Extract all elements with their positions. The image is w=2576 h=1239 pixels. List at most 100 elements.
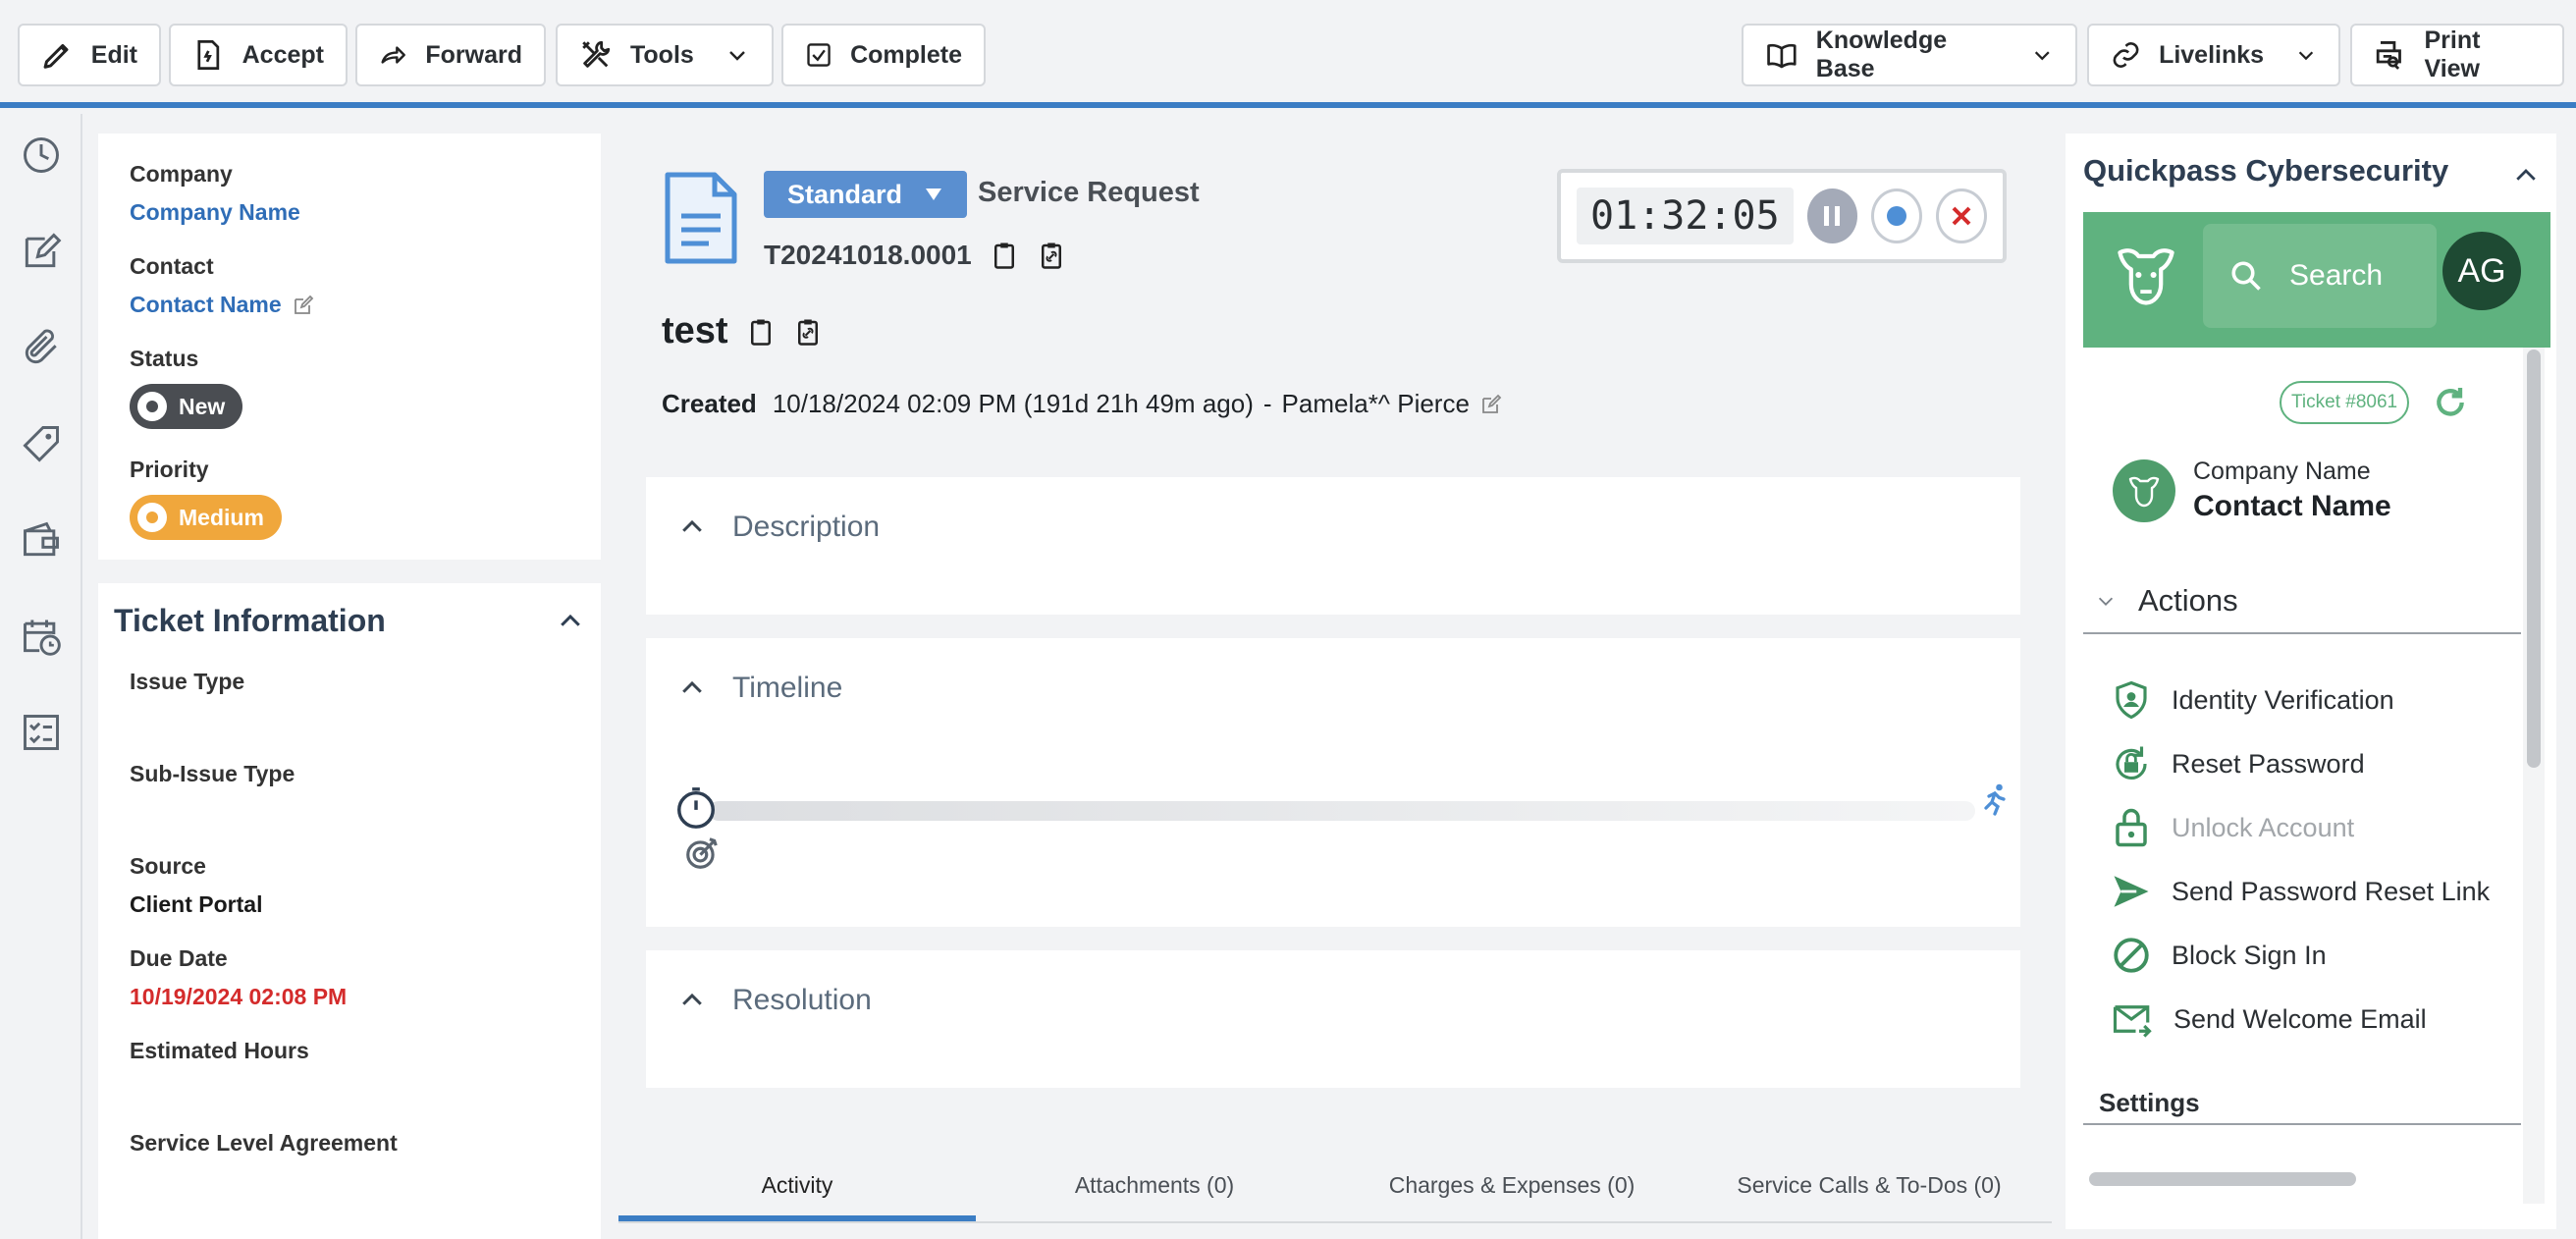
stopwatch-icon	[677, 787, 715, 829]
vertical-scrollbar[interactable]	[2527, 350, 2541, 768]
chevron-up-icon[interactable]	[2511, 161, 2541, 190]
record-icon	[1887, 206, 1907, 226]
detail-tabs: Activity Attachments (0) Charges & Expen…	[618, 1153, 2052, 1223]
timeline-title: Timeline	[732, 672, 843, 704]
quickpass-contact: Company Name Contact Name	[2113, 458, 2391, 523]
tab-attachments[interactable]: Attachments (0)	[976, 1153, 1333, 1221]
complete-button[interactable]: Complete	[781, 24, 986, 86]
status-dot-icon	[137, 392, 167, 421]
status-badge[interactable]: New	[130, 384, 243, 429]
checkbox-icon	[807, 43, 831, 67]
status-value: New	[179, 393, 226, 419]
contact-label: Contact	[130, 253, 214, 279]
ticket-type: Service Request	[978, 177, 1200, 208]
chevron-up-icon	[682, 680, 702, 693]
knowledge-base-dropdown[interactable]: Knowledge Base	[1742, 24, 2077, 86]
attachment-icon[interactable]	[20, 326, 63, 369]
estimated-hours-field: Estimated Hours	[114, 1038, 585, 1130]
print-view-label: Print View	[2424, 27, 2481, 82]
ticket-information-header[interactable]: Ticket Information	[114, 603, 585, 669]
creator-name: Pamela*^ Pierce	[1281, 389, 1470, 418]
edit-button[interactable]: Edit	[18, 24, 161, 86]
edit-icon[interactable]	[292, 294, 315, 317]
ticket-category-dropdown[interactable]: Standard	[764, 171, 968, 218]
refresh-icon[interactable]	[2431, 383, 2470, 422]
action-toolbar: Edit Accept Forward Tools Complete Knowl…	[0, 0, 2576, 108]
resolution-header[interactable]: Resolution	[646, 950, 2020, 1050]
wallet-icon[interactable]	[20, 518, 63, 562]
ticket-information-title: Ticket Information	[114, 603, 386, 638]
created-separator: -	[1262, 389, 1272, 418]
link-icon	[2113, 42, 2139, 68]
clipboard-icon[interactable]	[746, 316, 776, 348]
send-welcome-email-label: Send Welcome Email	[2174, 1003, 2427, 1034]
livelinks-dropdown[interactable]: Livelinks	[2087, 24, 2340, 86]
send-icon	[2114, 876, 2149, 907]
record-timer-button[interactable]	[1871, 189, 1923, 243]
forward-button[interactable]: Forward	[355, 24, 546, 86]
print-view-button[interactable]: Print View	[2350, 24, 2564, 86]
tab-activity[interactable]: Activity	[618, 1153, 976, 1221]
chevron-down-icon	[2035, 51, 2051, 61]
chevron-up-icon[interactable]	[556, 607, 585, 636]
contact-link[interactable]: Contact Name	[130, 292, 569, 318]
reset-lock-icon	[2116, 746, 2147, 780]
clipboard-link-icon[interactable]	[1037, 240, 1066, 271]
identity-verification-action[interactable]: Identity Verification	[2111, 679, 2394, 721]
quickpass-search[interactable]: Search	[2203, 224, 2437, 328]
block-sign-in-action[interactable]: Block Sign In	[2111, 935, 2327, 976]
checklist-icon[interactable]	[20, 711, 63, 754]
runner-icon	[1984, 783, 2006, 816]
due-date-label: Due Date	[130, 945, 228, 971]
actions-header[interactable]: Actions	[2083, 583, 2521, 634]
cancel-timer-button[interactable]	[1936, 189, 1987, 243]
priority-dot-icon	[137, 503, 167, 532]
resolution-section: Resolution	[646, 950, 2020, 1088]
sub-issue-type-label: Sub-Issue Type	[130, 761, 295, 786]
user-avatar[interactable]: AG	[2442, 232, 2521, 310]
ticket-document-icon	[665, 172, 737, 264]
company-link[interactable]: Company Name	[130, 199, 569, 226]
created-label: Created	[662, 389, 757, 418]
ticket-number: T20241018.0001	[764, 240, 972, 270]
unlock-account-action[interactable]: Unlock Account	[2111, 807, 2354, 848]
issue-type-field: Issue Type	[114, 669, 585, 761]
description-title: Description	[732, 511, 881, 543]
horizontal-scrollbar[interactable]	[2089, 1172, 2356, 1186]
quickpass-title: Quickpass Cybersecurity	[2083, 153, 2449, 188]
clock-icon[interactable]	[20, 134, 63, 177]
contact-value: Contact Name	[130, 292, 282, 317]
block-icon	[2114, 938, 2149, 973]
actions-label: Actions	[2138, 583, 2238, 618]
edit-note-icon[interactable]	[20, 230, 63, 273]
ticket-badge[interactable]: Ticket #8061	[2280, 381, 2410, 424]
send-welcome-email-action[interactable]: Send Welcome Email	[2111, 998, 2427, 1040]
work-timer: 01:32:05	[1557, 169, 2007, 263]
timeline-header[interactable]: Timeline	[646, 638, 2020, 738]
created-value: 10/18/2024 02:09 PM (191d 21h 49m ago)	[772, 389, 1254, 418]
send-password-reset-link-action[interactable]: Send Password Reset Link	[2111, 871, 2490, 912]
reset-password-action[interactable]: Reset Password	[2111, 743, 2365, 784]
tag-icon[interactable]	[20, 422, 63, 465]
close-icon	[1952, 206, 1971, 226]
unlock-account-label: Unlock Account	[2172, 812, 2355, 842]
pause-icon	[1824, 206, 1841, 226]
mail-forward-icon	[2113, 1005, 2152, 1038]
clipboard-link-icon[interactable]	[793, 316, 823, 348]
timer-value: 01:32:05	[1577, 188, 1794, 244]
chevron-up-icon	[682, 519, 702, 532]
calendar-clock-icon[interactable]	[20, 615, 63, 658]
priority-label: Priority	[130, 457, 209, 482]
contact-status-card: Company Company Name Contact Contact Nam…	[98, 134, 601, 560]
pause-timer-button[interactable]	[1806, 189, 1858, 243]
tab-charges-expenses[interactable]: Charges & Expenses (0)	[1333, 1153, 1690, 1221]
description-header[interactable]: Description	[646, 477, 2020, 577]
tab-service-calls-todos[interactable]: Service Calls & To-Dos (0)	[1690, 1153, 2048, 1221]
edit-icon[interactable]	[1479, 393, 1503, 416]
livelinks-label: Livelinks	[2159, 40, 2265, 69]
priority-badge[interactable]: Medium	[130, 495, 282, 540]
tools-dropdown[interactable]: Tools	[556, 24, 774, 86]
navigation-rail	[0, 114, 82, 1239]
clipboard-icon[interactable]	[990, 240, 1019, 271]
accept-button[interactable]: Accept	[169, 24, 348, 86]
